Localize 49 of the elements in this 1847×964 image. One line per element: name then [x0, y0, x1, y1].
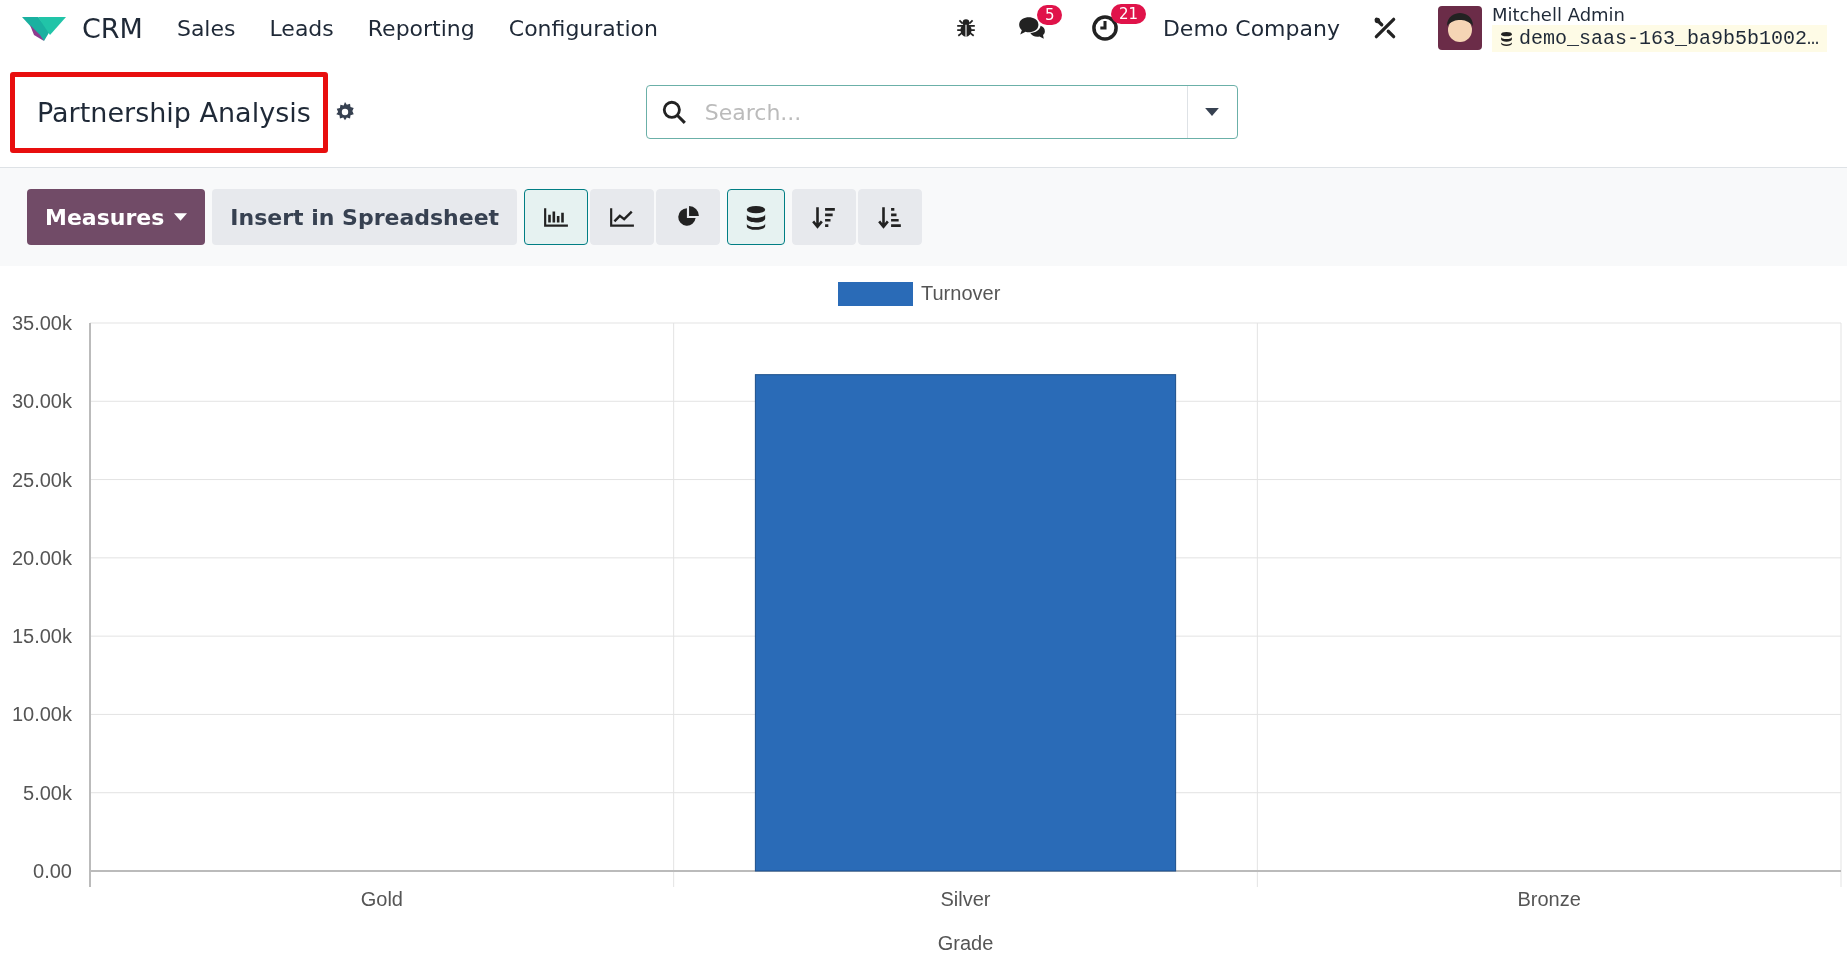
stacked-toggle[interactable]	[727, 189, 786, 245]
y-axis-label: 35.00k	[11, 312, 72, 334]
legend-label[interactable]: Turnover	[921, 282, 1001, 304]
company-switcher[interactable]: Demo Company	[1162, 15, 1340, 41]
page-title: Partnership Analysis	[10, 71, 328, 153]
y-axis-label: 10.00k	[11, 703, 72, 726]
y-axis-label: 15.00k	[11, 625, 72, 648]
pie-chart-icon	[676, 205, 701, 229]
search-icon	[660, 99, 687, 125]
database-name: demo_saas-163_ba9b5b1002…	[1518, 26, 1819, 50]
line-chart-icon	[609, 206, 636, 228]
chat-icon[interactable]	[1016, 15, 1047, 41]
clock-icon[interactable]	[1090, 14, 1119, 42]
pie-chart-button[interactable]	[656, 189, 721, 245]
insert-spreadsheet-button[interactable]: Insert in Spreadsheet	[212, 189, 518, 245]
search-bar[interactable]: Search...	[645, 85, 1238, 139]
menu-item[interactable]: Reporting	[367, 15, 475, 41]
database-icon	[745, 204, 768, 230]
user-name[interactable]: Mitchell Admin	[1491, 4, 1827, 25]
y-axis-label: 30.00k	[11, 390, 72, 413]
menu-item[interactable]: Leads	[269, 15, 334, 41]
y-axis-label: 0.00	[33, 860, 72, 882]
bug-icon[interactable]	[954, 17, 977, 39]
legend-swatch[interactable]	[838, 282, 913, 306]
menu-item[interactable]: Sales	[176, 15, 236, 41]
sort-ascending-icon	[877, 204, 904, 230]
x-axis-title: Grade	[937, 932, 994, 954]
sort-descending-icon	[811, 204, 838, 230]
caret-icon	[1205, 108, 1220, 116]
bar-chart-button[interactable]	[524, 189, 589, 245]
x-axis-label: Gold	[360, 888, 403, 910]
y-axis-label: 5.00k	[23, 781, 72, 804]
app-name[interactable]: CRM	[82, 12, 143, 44]
database-icon	[1499, 30, 1513, 46]
sort-ascending-button[interactable]	[858, 189, 923, 245]
caret-icon	[174, 213, 188, 221]
line-chart-button[interactable]	[590, 189, 655, 245]
menu-item[interactable]: Configuration	[508, 15, 658, 41]
activity-count-badge: 21	[1110, 4, 1146, 24]
x-axis-label: Silver	[940, 888, 991, 910]
y-axis-label: 20.00k	[11, 546, 72, 569]
sort-descending-button[interactable]	[792, 189, 857, 245]
y-axis-label: 25.00k	[11, 468, 72, 491]
measures-button[interactable]: Measures	[27, 189, 206, 245]
avatar-icon[interactable]	[1437, 6, 1482, 50]
x-axis-label: Bronze	[1517, 888, 1581, 910]
bar-chart-icon	[543, 206, 570, 228]
search-field[interactable]: Search...	[702, 98, 1187, 126]
message-count-badge: 5	[1036, 5, 1063, 25]
